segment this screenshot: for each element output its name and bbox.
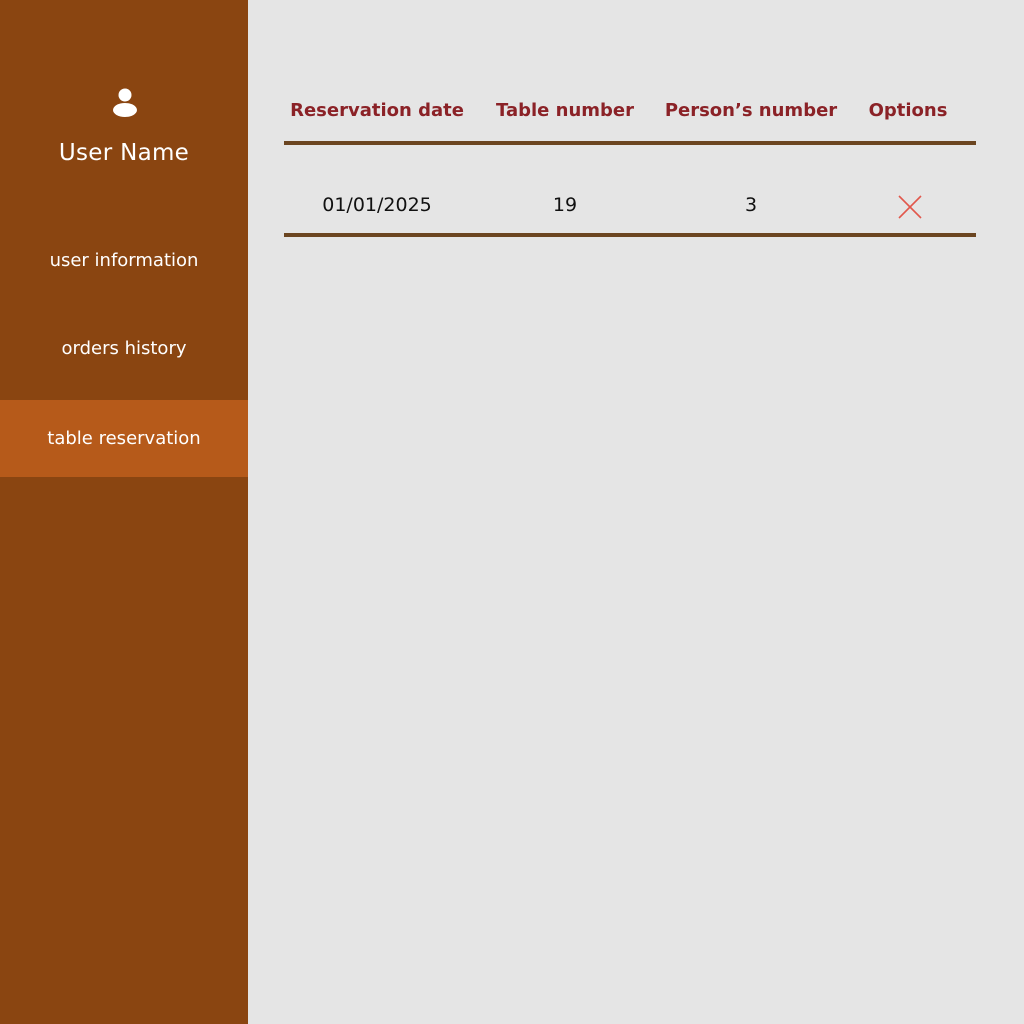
cancel-reservation-button[interactable] (896, 194, 924, 220)
persons-number-cell: 3 (744, 194, 758, 216)
sidebar-item-table-reservation[interactable]: table reservation (0, 400, 248, 477)
column-header-table-number: Table number (496, 100, 634, 121)
sidebar-item-label: user information (49, 250, 199, 271)
sidebar-item-label: table reservation (47, 428, 201, 449)
column-header-reservation-date: Reservation date (290, 100, 464, 121)
sidebar: User Name user information orders histor… (0, 0, 248, 1024)
reservation-date-cell: 01/01/2025 (322, 194, 432, 216)
user-icon (113, 88, 137, 117)
header-divider (284, 141, 976, 145)
column-header-options: Options (868, 100, 948, 121)
table-number-cell: 19 (552, 194, 578, 216)
sidebar-item-user-information[interactable]: user information (0, 222, 248, 299)
user-name: User Name (58, 140, 190, 166)
close-icon (898, 195, 922, 219)
row-divider (284, 233, 976, 237)
sidebar-item-orders-history[interactable]: orders history (0, 310, 248, 387)
sidebar-item-label: orders history (61, 338, 187, 359)
column-header-persons-number: Person’s number (664, 100, 838, 121)
